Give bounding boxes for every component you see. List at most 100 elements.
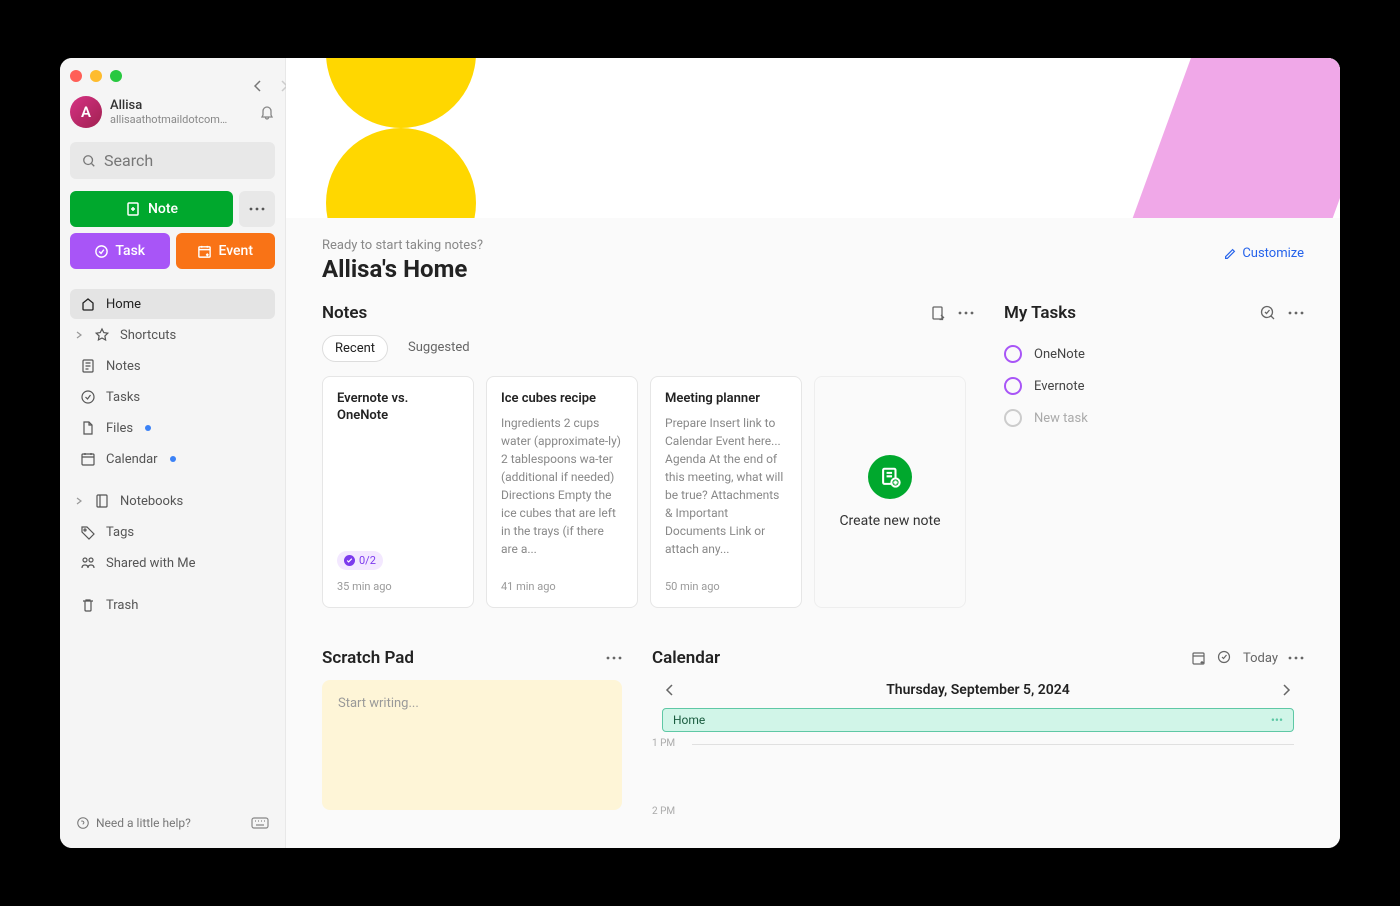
note-card-time: 50 min ago — [665, 580, 787, 593]
calendar-title: Calendar — [652, 648, 720, 668]
new-event-button[interactable]: Event — [176, 233, 276, 269]
new-more-button[interactable] — [239, 191, 275, 227]
scratch-pad[interactable]: Start writing... — [322, 680, 622, 810]
nav-files[interactable]: Files — [70, 413, 275, 443]
cal-time-label: 1 PM — [652, 738, 675, 749]
new-task-button[interactable]: Task — [70, 233, 170, 269]
new-task-item[interactable]: New task — [1004, 409, 1304, 427]
search-icon — [82, 154, 96, 168]
cal-time-label: 2 PM — [652, 806, 675, 817]
more-icon — [249, 207, 265, 211]
more-icon[interactable] — [606, 656, 622, 660]
back-icon[interactable] — [250, 78, 266, 94]
profile-name: Allisa — [110, 98, 251, 113]
note-card-body: Prepare Insert link to Calendar Event he… — [665, 414, 787, 570]
avatar: A — [70, 96, 102, 128]
nav-calendar[interactable]: Calendar — [70, 444, 275, 474]
banner — [286, 58, 1340, 218]
bell-icon[interactable] — [259, 104, 275, 120]
home-icon — [80, 296, 96, 312]
keyboard-icon[interactable] — [251, 816, 269, 830]
new-note-button[interactable]: Note — [70, 191, 233, 227]
event-more-icon[interactable]: ••• — [1271, 713, 1283, 727]
app-window: A Allisa allisaathotmaildotcom@g... Sear… — [60, 58, 1340, 848]
more-icon[interactable] — [1288, 311, 1304, 315]
nav-home[interactable]: Home — [70, 289, 275, 319]
tasks-nav-icon — [80, 389, 96, 405]
cal-add-task-icon[interactable] — [1217, 650, 1233, 666]
nav-shortcuts[interactable]: Shortcuts — [70, 320, 275, 350]
more-icon[interactable] — [958, 311, 974, 315]
more-icon[interactable] — [1288, 656, 1304, 660]
nav-tasks[interactable]: Tasks — [70, 382, 275, 412]
note-card-title: Evernote vs. OneNote — [337, 391, 459, 425]
task-item[interactable]: Evernote — [1004, 377, 1304, 395]
notebook-icon — [94, 493, 110, 509]
task-label: New task — [1034, 411, 1088, 426]
task-icon — [94, 244, 109, 259]
note-add-icon — [125, 201, 141, 217]
nav-tags[interactable]: Tags — [70, 517, 275, 547]
today-button[interactable]: Today — [1243, 651, 1278, 666]
task-item[interactable]: OneNote — [1004, 345, 1304, 363]
notes-icon — [80, 358, 96, 374]
cal-next-icon[interactable] — [1278, 682, 1294, 698]
scratch-title: Scratch Pad — [322, 648, 414, 668]
profile-email: allisaathotmaildotcom@g... — [110, 113, 230, 126]
user-profile[interactable]: A Allisa allisaathotmaildotcom@g... — [70, 96, 275, 128]
trash-icon — [80, 597, 96, 613]
note-card-title: Ice cubes recipe — [501, 391, 623, 408]
search-input[interactable]: Search — [70, 142, 275, 179]
cal-prev-icon[interactable] — [662, 682, 678, 698]
tab-recent[interactable]: Recent — [322, 335, 388, 362]
calendar-icon — [80, 451, 96, 467]
calendar-date: Thursday, September 5, 2024 — [886, 682, 1070, 698]
tasks-section-title: My Tasks — [1004, 303, 1076, 323]
note-card[interactable]: Evernote vs. OneNote 0/2 35 min ago — [322, 376, 474, 608]
nav-notes[interactable]: Notes — [70, 351, 275, 381]
tab-suggested[interactable]: Suggested — [396, 335, 482, 362]
chevron-right-icon — [74, 330, 84, 340]
nav-trash[interactable]: Trash — [70, 590, 275, 620]
note-card[interactable]: Ice cubes recipe Ingredients 2 cups wate… — [486, 376, 638, 608]
notes-section-title: Notes — [322, 303, 367, 323]
note-card-body — [337, 431, 459, 551]
note-card-body: Ingredients 2 cups water (approximate-ly… — [501, 414, 623, 570]
star-icon — [94, 327, 110, 343]
cal-add-event-icon[interactable] — [1191, 650, 1207, 666]
task-checkbox[interactable] — [1004, 409, 1022, 427]
task-badge: 0/2 — [337, 551, 383, 570]
task-checkbox[interactable] — [1004, 377, 1022, 395]
add-task-icon[interactable] — [1260, 305, 1276, 321]
task-checkbox[interactable] — [1004, 345, 1022, 363]
blue-dot-icon — [145, 425, 151, 431]
maximize-window[interactable] — [110, 70, 122, 82]
help-link[interactable]: Need a little help? — [76, 816, 191, 830]
greeting-text: Ready to start taking notes? — [322, 238, 483, 253]
close-window[interactable] — [70, 70, 82, 82]
calendar-event[interactable]: Home ••• — [662, 708, 1294, 732]
decorative-circle — [326, 128, 476, 218]
note-action-icon[interactable] — [930, 305, 946, 321]
minimize-window[interactable] — [90, 70, 102, 82]
nav-list: Home Shortcuts Notes Tasks Files — [70, 289, 275, 620]
task-label: Evernote — [1034, 379, 1084, 394]
nav-shared[interactable]: Shared with Me — [70, 548, 275, 578]
note-card-time: 41 min ago — [501, 580, 623, 593]
chevron-right-icon — [74, 496, 84, 506]
create-note-label: Create new note — [839, 513, 940, 529]
sidebar: A Allisa allisaathotmaildotcom@g... Sear… — [60, 58, 286, 848]
create-note-icon — [868, 455, 912, 499]
tag-icon — [80, 524, 96, 540]
event-icon — [197, 244, 212, 259]
decorative-shape — [1125, 58, 1340, 218]
create-note-card[interactable]: Create new note — [814, 376, 966, 608]
main-content: Ready to start taking notes? Allisa's Ho… — [286, 58, 1340, 848]
note-card-time: 35 min ago — [337, 580, 459, 593]
note-card[interactable]: Meeting planner Prepare Insert link to C… — [650, 376, 802, 608]
check-badge-icon — [344, 555, 355, 566]
customize-button[interactable]: Customize — [1223, 246, 1304, 261]
page-title: Allisa's Home — [322, 255, 483, 283]
nav-notebooks[interactable]: Notebooks — [70, 486, 275, 516]
shared-icon — [80, 555, 96, 571]
